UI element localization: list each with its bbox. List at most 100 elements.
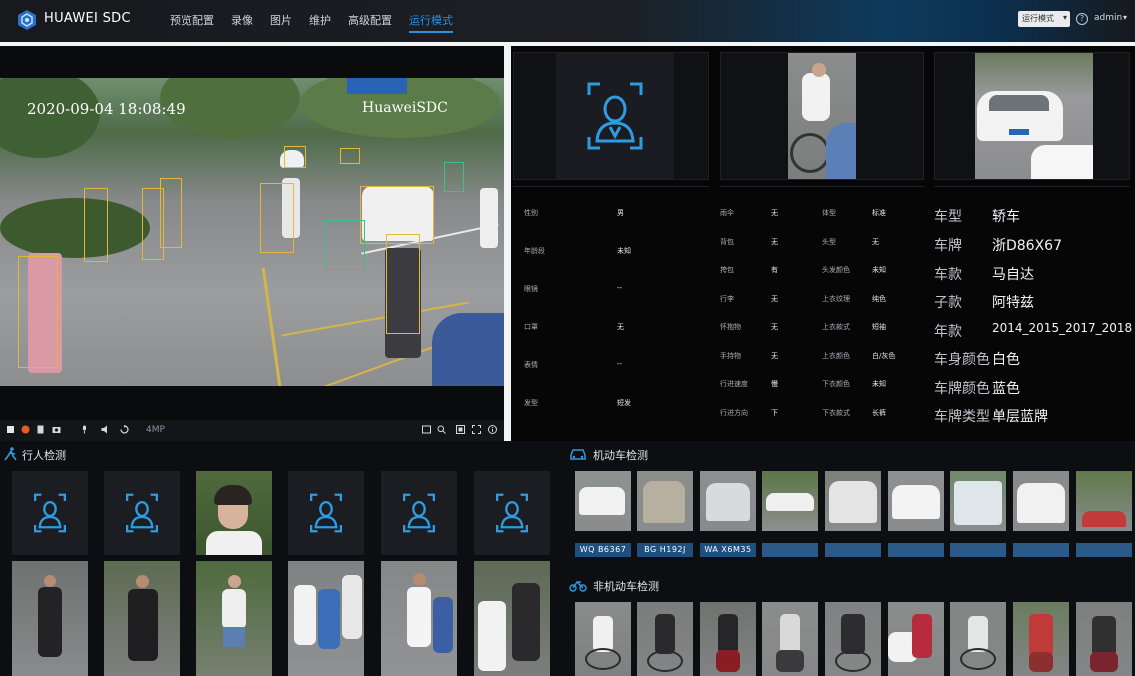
attr-value: 无 <box>617 323 624 331</box>
nav-advanced-config[interactable]: 高级配置 <box>348 12 392 33</box>
document-icon[interactable] <box>36 425 45 434</box>
nonmotor-tile[interactable] <box>700 602 756 676</box>
vehicle-tile[interactable] <box>1076 471 1132 531</box>
nonmotor-tile[interactable] <box>762 602 818 676</box>
pedestrian-tile[interactable] <box>474 561 550 676</box>
nav-preview-config[interactable]: 预览配置 <box>170 12 214 33</box>
attr-value: 长裤 <box>872 409 886 417</box>
video-camera-name: HuaweiSDC <box>362 100 448 116</box>
pedestrian-tile[interactable] <box>12 561 88 676</box>
nonmotor-tile[interactable] <box>1013 602 1069 676</box>
pedestrian-figure <box>433 597 453 653</box>
pedestrian-head <box>44 575 56 587</box>
attr-value: 无 <box>872 238 879 246</box>
stop-icon[interactable] <box>6 425 15 434</box>
pedestrian-figure <box>294 585 316 645</box>
nonmotor-tile[interactable] <box>825 602 881 676</box>
plate-tile[interactable] <box>888 543 944 557</box>
vehicle-tile[interactable] <box>637 471 693 531</box>
face-hair <box>214 485 252 505</box>
pedestrian-head <box>413 573 426 586</box>
video-timestamp: 2020-09-04 18:08:49 <box>27 100 186 118</box>
face-placeholder-icon <box>310 493 342 533</box>
face-capture-frame[interactable] <box>513 52 709 180</box>
face-tile[interactable] <box>12 471 88 555</box>
vehicle-tile[interactable] <box>888 471 944 531</box>
face-tile[interactable] <box>288 471 364 555</box>
plate-tile[interactable] <box>762 543 818 557</box>
rotate-icon[interactable] <box>120 425 129 434</box>
camera-snapshot-icon[interactable] <box>52 425 61 434</box>
attr-label: 头型 <box>822 238 836 246</box>
vehicle-tile[interactable] <box>950 471 1006 531</box>
microphone-icon[interactable] <box>80 425 89 434</box>
speaker-icon[interactable] <box>101 425 110 434</box>
pedestrian-figure <box>128 589 158 661</box>
plate-tile[interactable] <box>950 543 1006 557</box>
vehicle-tile[interactable] <box>762 471 818 531</box>
pedestrian-tile[interactable] <box>196 561 272 676</box>
vehicle-attr-value: 轿车 <box>992 209 1020 225</box>
face-tile[interactable] <box>104 471 180 555</box>
nav-recording[interactable]: 录像 <box>231 12 253 33</box>
pedestrian-tile[interactable] <box>104 561 180 676</box>
attr-value: -- <box>617 360 623 368</box>
image-icon[interactable] <box>422 425 431 434</box>
live-video[interactable]: 2020-09-04 18:08:49 HuaweiSDC <box>0 78 504 386</box>
vehicle-attr-value: 马自达 <box>992 267 1034 283</box>
nav-pictures[interactable]: 图片 <box>270 12 292 33</box>
attr-value: 男 <box>617 209 624 217</box>
person-capture-frame[interactable] <box>720 52 924 180</box>
pedestrian-head <box>228 575 241 588</box>
attr-label: 性别 <box>524 209 538 217</box>
nav-run-mode[interactable]: 运行模式 <box>409 12 453 33</box>
nonmotor-tile[interactable] <box>950 602 1006 676</box>
vehicle-tile[interactable] <box>1013 471 1069 531</box>
face-tile[interactable] <box>474 471 550 555</box>
vehicle-tile[interactable] <box>575 471 631 531</box>
run-mode-select[interactable]: 运行模式 ▾ <box>1018 11 1070 27</box>
bicycle-icon <box>569 580 587 592</box>
attr-label: 头发颜色 <box>822 266 850 274</box>
fullscreen-icon[interactable] <box>472 425 481 434</box>
record-icon[interactable] <box>21 425 30 434</box>
plate-tile[interactable] <box>1013 543 1069 557</box>
help-icon[interactable]: ? <box>1076 13 1088 25</box>
attr-label: 行进速度 <box>720 380 748 388</box>
huawei-logo-icon <box>18 10 36 30</box>
face-photo-tile[interactable] <box>196 471 272 555</box>
vehicle-attr-label: 子款 <box>934 295 962 311</box>
attr-label: 表情 <box>524 361 538 369</box>
user-chevron-down-icon[interactable]: ▾ <box>1123 13 1127 22</box>
vehicle-tile[interactable] <box>825 471 881 531</box>
face-placeholder-icon <box>403 493 435 533</box>
attr-value: 未知 <box>872 266 886 274</box>
user-name[interactable]: admin <box>1094 13 1122 23</box>
pedestrian-tile[interactable] <box>381 561 457 676</box>
face-tile[interactable] <box>381 471 457 555</box>
vehicle-windshield <box>989 95 1049 111</box>
fit-window-icon[interactable] <box>456 425 465 434</box>
vehicle-tile[interactable] <box>700 471 756 531</box>
attr-label: 雨伞 <box>720 209 734 217</box>
plate-tile[interactable] <box>1076 543 1132 557</box>
plate-tile[interactable]: WA X6M35 <box>700 543 756 557</box>
detection-box <box>340 148 360 164</box>
plate-tile[interactable] <box>825 543 881 557</box>
zoom-icon[interactable] <box>437 425 446 434</box>
pedestrian-tile[interactable] <box>288 561 364 676</box>
tree <box>0 78 100 158</box>
nav-maintenance[interactable]: 维护 <box>309 12 331 33</box>
plate-tile[interactable]: BG H192J <box>637 543 693 557</box>
info-icon[interactable] <box>488 425 497 434</box>
plate-tile[interactable]: WQ B6367 <box>575 543 631 557</box>
attr-label: 挎包 <box>720 266 734 274</box>
nonmotor-tile[interactable] <box>1076 602 1132 676</box>
nonmotor-tile[interactable] <box>575 602 631 676</box>
nonmotor-tile[interactable] <box>888 602 944 676</box>
detection-box <box>260 183 294 253</box>
attr-label: 下衣颜色 <box>822 380 850 388</box>
nonmotor-tile[interactable] <box>637 602 693 676</box>
face-placeholder-icon <box>126 493 158 533</box>
vehicle-capture-frame[interactable] <box>934 52 1130 180</box>
